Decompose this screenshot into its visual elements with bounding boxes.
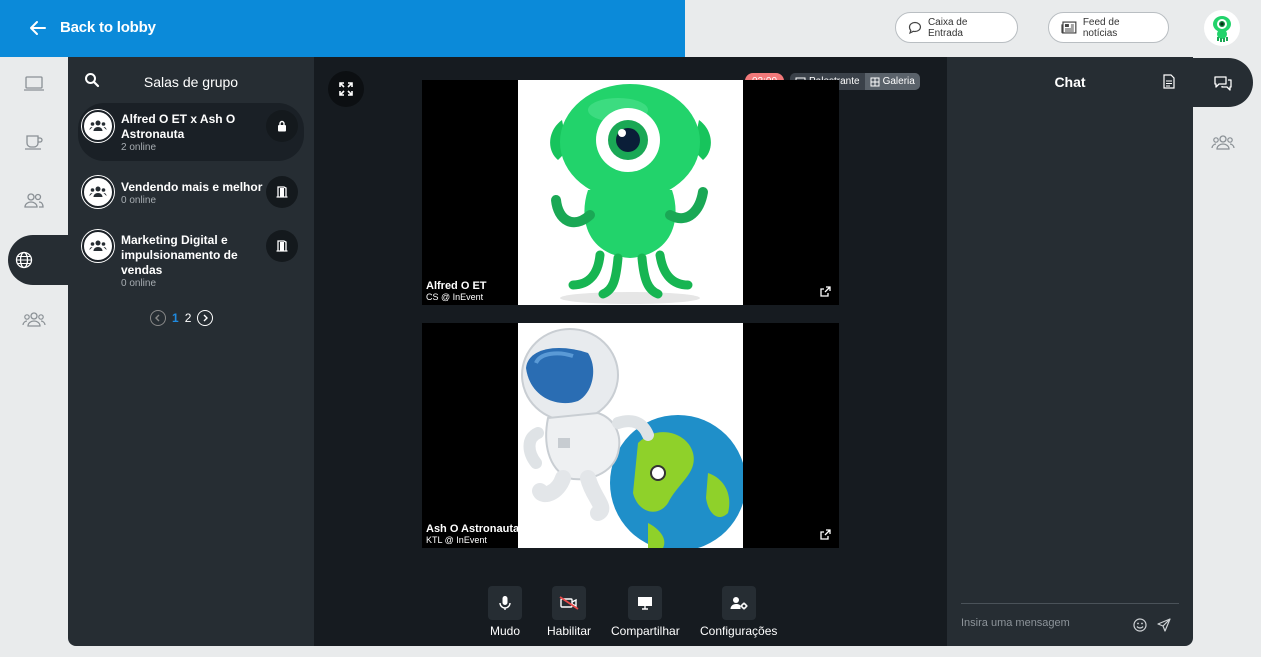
room-avatar [82, 176, 114, 208]
door-icon [276, 240, 288, 252]
popout-icon[interactable] [820, 286, 831, 297]
participant-name: Ash O Astronauta [426, 523, 520, 535]
room-item[interactable]: Vendendo mais e melhor 0 online [78, 171, 304, 213]
grid-icon [870, 77, 880, 86]
left-rail [0, 57, 78, 657]
settings-button[interactable] [721, 586, 756, 620]
door-icon [276, 186, 288, 198]
room-avatar [82, 110, 114, 142]
rooms-title: Salas de grupo [143, 74, 239, 90]
mute-label: Mudo [489, 624, 521, 638]
chevron-right-icon [203, 314, 209, 322]
page-2[interactable]: 2 [185, 311, 192, 325]
chat-divider [961, 603, 1179, 604]
screen-share-icon [638, 597, 653, 610]
send-icon[interactable] [1157, 618, 1171, 632]
group-icon [1211, 135, 1235, 150]
video-stage: 02:00 Palestrante Galeria [314, 57, 947, 646]
room-item[interactable]: Marketing Digital e impulsionamento de v… [78, 225, 304, 293]
participant-video [518, 323, 743, 548]
fullscreen-button[interactable] [328, 71, 364, 107]
laptop-icon [24, 76, 44, 91]
rail-people[interactable] [0, 175, 68, 225]
inbox-button[interactable]: Caixa de Entrada [895, 12, 1018, 43]
enable-camera-button[interactable] [552, 586, 586, 620]
coffee-cup-icon [25, 135, 43, 150]
back-to-lobby-link[interactable]: Back to lobby [60, 19, 156, 36]
room-avatar [82, 230, 114, 262]
group-rooms-panel: Salas de grupo Alfred O ET x Ash O Astro… [68, 57, 314, 646]
rail-stage[interactable] [0, 59, 68, 109]
room-item[interactable]: Alfred O ET x Ash O Astronauta 2 online [78, 103, 304, 161]
video-tile[interactable]: Ash O Astronauta KTL @ InEvent [422, 323, 839, 548]
chat-bubble-icon [908, 21, 922, 34]
participant-company: CS @ InEvent [426, 292, 484, 302]
inbox-label: Caixa de Entrada [927, 16, 968, 39]
alien-avatar-icon [1213, 16, 1231, 42]
gallery-view-button[interactable]: Galeria [864, 73, 920, 90]
room-enter-button[interactable] [266, 176, 298, 208]
document-icon[interactable] [1163, 74, 1175, 89]
rail-networking[interactable] [0, 117, 68, 167]
users-icon [24, 193, 44, 208]
camera-off-icon [559, 596, 579, 610]
expand-icon [339, 82, 353, 96]
participant-company: KTL @ InEvent [426, 535, 487, 545]
chat-panel: Chat Insira uma mensagem [947, 57, 1193, 646]
page-1[interactable]: 1 [172, 311, 179, 325]
prev-page-button[interactable] [150, 310, 166, 326]
camera-control[interactable]: Habilitar [547, 586, 591, 638]
settings-label: Configurações [700, 624, 778, 638]
rail-chat-tab[interactable] [1193, 58, 1253, 107]
participant-name: Alfred O ET [426, 280, 487, 292]
group-icon [89, 186, 107, 197]
group-icon [22, 312, 46, 327]
enable-label: Habilitar [547, 624, 592, 638]
user-avatar[interactable] [1204, 10, 1240, 46]
news-feed-label: Feed de notícias [1082, 16, 1120, 39]
group-icon [89, 120, 107, 131]
newspaper-icon [1061, 21, 1077, 34]
share-label: Compartilhar [611, 624, 680, 638]
share-control[interactable]: Compartilhar [611, 586, 680, 638]
gallery-view-label: Galeria [882, 76, 915, 87]
next-page-button[interactable] [197, 310, 214, 326]
alien-illustration [550, 84, 711, 304]
emoji-icon[interactable] [1133, 618, 1147, 632]
room-name: Vendendo mais e melhor [121, 180, 263, 194]
participant-video [518, 80, 743, 305]
mute-button[interactable] [488, 586, 522, 620]
news-feed-button[interactable]: Feed de notícias [1048, 12, 1169, 43]
microphone-icon [499, 596, 511, 610]
mute-control[interactable]: Mudo [488, 586, 522, 638]
chat-title: Chat [1054, 74, 1086, 90]
back-arrow-icon[interactable] [28, 18, 48, 38]
chat-message-input[interactable]: Insira uma mensagem [961, 617, 1131, 629]
rail-groups[interactable] [0, 294, 68, 344]
popout-icon[interactable] [820, 529, 831, 540]
room-online-count: 0 online [121, 278, 157, 289]
chevron-left-icon [155, 314, 160, 322]
chat-bubbles-icon [1214, 75, 1232, 91]
room-online-count: 2 online [121, 142, 157, 153]
group-icon [89, 240, 107, 251]
user-settings-icon [730, 597, 748, 610]
rooms-pager: 1 2 [150, 310, 214, 326]
astronaut-illustration [521, 328, 743, 548]
video-tile[interactable]: Alfred O ET CS @ InEvent [422, 80, 839, 305]
lock-icon [278, 120, 286, 132]
room-name: Marketing Digital e impulsionamento de v… [121, 233, 238, 277]
share-screen-button[interactable] [628, 586, 663, 620]
room-lock-button[interactable] [266, 110, 298, 142]
rail-attendees-tab[interactable] [1193, 118, 1253, 166]
room-enter-button[interactable] [266, 230, 298, 262]
room-online-count: 0 online [121, 195, 157, 206]
globe-icon [15, 251, 33, 269]
top-bar: Back to lobby [0, 0, 685, 57]
settings-control[interactable]: Configurações [700, 586, 777, 638]
room-name: Alfred O ET x Ash O Astronauta [121, 112, 236, 141]
